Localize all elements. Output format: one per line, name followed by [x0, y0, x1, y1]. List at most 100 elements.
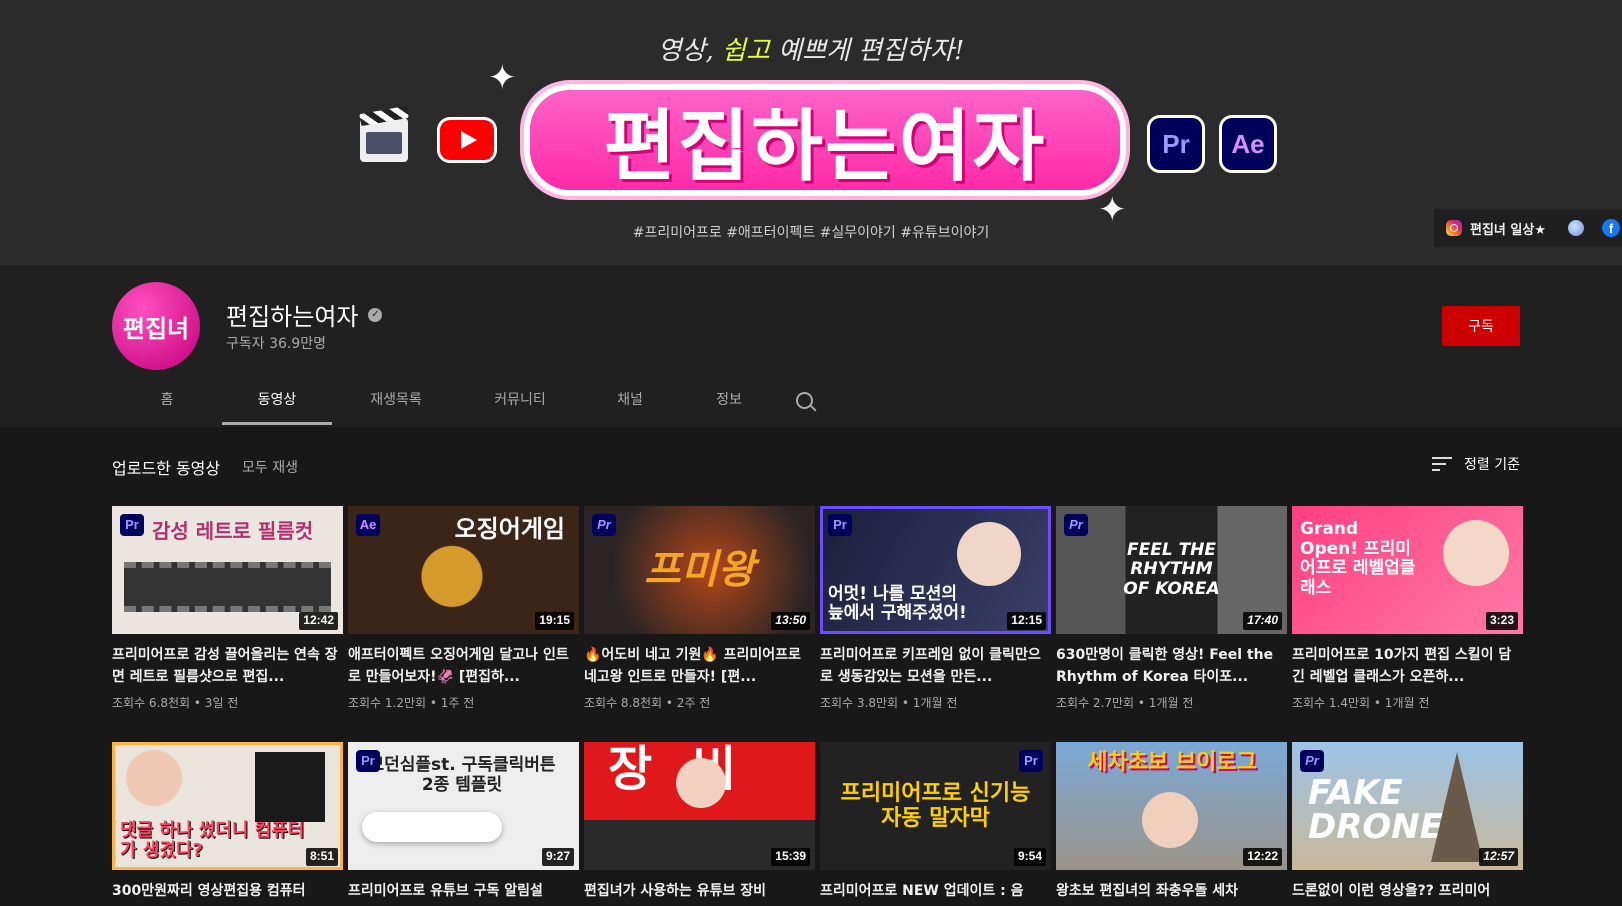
video-title[interactable]: 프리미어프로 NEW 업데이트 : 음 — [820, 880, 1051, 902]
video-title[interactable]: 드론없이 이런 영상을?? 프리미어 — [1292, 880, 1523, 902]
video-meta: 조회수 1.2만회 • 1주 전 — [348, 696, 475, 710]
play-all-button[interactable]: 모두 재생 — [242, 457, 298, 477]
video-duration: 8:51 — [305, 848, 338, 866]
tab-about[interactable]: 정보 — [680, 378, 778, 425]
sparkle-icon: ✦ — [488, 58, 517, 98]
video-card[interactable]: 감성 레트로 필름컷 Pr 12:42 프리미어프로 감성 끌어올리는 연속 장… — [112, 506, 343, 711]
instagram-link[interactable]: 편집녀 일상★ — [1470, 219, 1546, 238]
verified-badge-icon: ✓ — [368, 307, 383, 322]
premiere-badge-icon: Pr — [592, 514, 616, 536]
video-duration: 12:22 — [1243, 848, 1282, 866]
banner-title: 편집하는여자 — [530, 90, 1120, 192]
video-title[interactable]: 프리미어프로 10가지 편집 스킬이 담긴 레벨업 클래스가 오픈하... — [1292, 644, 1523, 688]
channel-links: 편집녀 일상★ f — [1434, 209, 1622, 247]
channel-name: 편집하는여자 ✓ — [226, 297, 383, 332]
video-duration: 12:15 — [1007, 612, 1046, 630]
video-duration: 12:42 — [299, 612, 338, 630]
clapperboard-icon — [360, 118, 408, 162]
video-title[interactable]: 애프터이펙트 오징어게임 달고나 인트로 만들어보자!🦑 [편집하... — [348, 644, 579, 688]
video-card[interactable]: 세차초보 브이로그 12:22 왕초보 편집녀의 좌충우돌 세차 — [1056, 742, 1287, 902]
premiere-badge-icon: Pr — [1019, 750, 1043, 772]
channel-name-text: 편집하는여자 — [226, 303, 359, 331]
video-thumbnail[interactable]: 감성 레트로 필름컷 Pr 12:42 — [112, 506, 343, 634]
facebook-icon[interactable]: f — [1601, 219, 1620, 237]
video-title[interactable]: 프리미어프로 감성 끌어올리는 연속 장면 레트로 필름샷으로 편집... — [112, 644, 343, 688]
presenter-face — [1142, 792, 1198, 848]
search-icon[interactable] — [795, 391, 819, 415]
video-title[interactable]: 편집녀가 사용하는 유튜브 장비 — [584, 880, 815, 902]
channel-banner: 영상, 쉽고 예쁘게 편집하자! ✦ ✦ 편집하는여자 Pr Ae #프리미어프… — [0, 0, 1622, 265]
video-meta: 조회수 6.8천회 • 3일 전 — [112, 696, 239, 710]
video-thumbnail[interactable]: 프미왕 Pr 13:50 — [584, 506, 815, 634]
video-card[interactable]: Grand Open! 프리미어프로 레벨업클래스 3:23 프리미어프로 10… — [1292, 506, 1523, 711]
video-title[interactable]: 프리미어프로 유튜브 구독 알림설 — [348, 880, 579, 902]
sort-button[interactable]: 정렬 기준 — [1432, 454, 1520, 474]
video-title[interactable]: 630만명이 클릭한 영상! Feel the Rhythm of Korea … — [1056, 644, 1287, 688]
video-thumbnail[interactable]: 프리미어프로 신기능 자동 말자막 Pr 9:54 — [820, 742, 1051, 870]
premiere-badge-icon: Pr — [1064, 514, 1088, 536]
eiffel-tower-image — [1431, 752, 1483, 862]
subscriber-count: 구독자 36.9만명 — [226, 336, 327, 352]
premiere-badge-icon: Pr — [120, 514, 144, 536]
avatar[interactable]: 편집녀 — [112, 282, 200, 370]
video-thumbnail[interactable]: 장비 15:39 — [584, 742, 815, 870]
video-thumbnail[interactable]: 세차초보 브이로그 12:22 — [1056, 742, 1287, 870]
video-card[interactable]: 프미왕 Pr 13:50 🔥어도비 네고 기원🔥 프리미어프로 네고왕 인트로 … — [584, 506, 815, 711]
subscribe-template-preview — [362, 812, 502, 842]
video-card[interactable]: FEEL THE RHYTHM OF KOREA Pr 17:40 630만명이… — [1056, 506, 1287, 711]
video-duration: 9:27 — [541, 848, 574, 866]
channel-tabs: 홈 동영상 재생목록 커뮤니티 채널 정보 — [112, 378, 778, 426]
website-icon[interactable] — [1567, 220, 1584, 236]
tab-videos[interactable]: 동영상 — [222, 378, 332, 425]
video-duration: 13:50 — [771, 612, 810, 630]
tab-community[interactable]: 커뮤니티 — [460, 378, 580, 425]
presenter-face — [126, 750, 182, 806]
video-duration: 15:39 — [771, 848, 810, 866]
video-card[interactable]: 어멋! 나를 모션의 늪에서 구해주셨어! Pr 12:15 프리미어프로 키프… — [820, 506, 1051, 711]
tab-channels[interactable]: 채널 — [580, 378, 680, 425]
video-card[interactable]: 댓글 하나 썼더니 컴퓨터가 생겼다? 8:51 300만원짜리 영상편집용 컴… — [112, 742, 343, 902]
after-effects-badge-icon: Ae — [356, 514, 380, 536]
video-card[interactable]: 모던심플st. 구독클릭버튼 2종 템플릿 Pr 9:27 프리미어프로 유튜브… — [348, 742, 579, 902]
video-card[interactable]: FAKE DRONE Pr 12:57 드론없이 이런 영상을?? 프리미어 — [1292, 742, 1523, 902]
banner-tagline: 영상, 쉽고 예쁘게 편집하자! — [657, 36, 965, 66]
video-card[interactable]: 장비 15:39 편집녀가 사용하는 유튜브 장비 — [584, 742, 815, 902]
video-thumbnail[interactable]: 오징어게임 Ae 19:15 — [348, 506, 579, 634]
video-thumbnail[interactable]: Grand Open! 프리미어프로 레벨업클래스 3:23 — [1292, 506, 1523, 634]
video-card[interactable]: 프리미어프로 신기능 자동 말자막 Pr 9:54 프리미어프로 NEW 업데이… — [820, 742, 1051, 902]
tab-home[interactable]: 홈 — [112, 378, 222, 425]
presenter-face — [1443, 520, 1509, 586]
computer-case-icon — [255, 752, 325, 822]
video-duration: 3:23 — [1485, 612, 1518, 630]
premiere-pro-icon: Pr — [1150, 118, 1202, 170]
video-duration: 12:57 — [1479, 848, 1518, 866]
youtube-logo-icon — [440, 120, 494, 160]
presenter-face — [957, 522, 1021, 586]
video-thumbnail[interactable]: 어멋! 나를 모션의 늪에서 구해주셨어! Pr 12:15 — [820, 506, 1051, 634]
video-title[interactable]: 왕초보 편집녀의 좌충우돌 세차 — [1056, 880, 1287, 902]
instagram-icon[interactable] — [1446, 220, 1462, 236]
video-meta: 조회수 3.8만회 • 1개월 전 — [820, 696, 958, 710]
video-title[interactable]: 프리미어프로 키프레임 없이 클릭만으로 생동감있는 모션을 만든... — [820, 644, 1051, 688]
premiere-badge-icon: Pr — [356, 750, 380, 772]
after-effects-icon: Ae — [1222, 118, 1274, 170]
sort-label: 정렬 기준 — [1464, 457, 1520, 473]
video-thumbnail[interactable]: FAKE DRONE Pr 12:57 — [1292, 742, 1523, 870]
video-title[interactable]: 300만원짜리 영상편집용 컴퓨터 — [112, 880, 343, 902]
premiere-badge-icon: Pr — [828, 514, 852, 536]
video-duration: 17:40 — [1243, 612, 1282, 630]
video-title[interactable]: 🔥어도비 네고 기원🔥 프리미어프로 네고왕 인트로 만들자! [편... — [584, 644, 815, 688]
video-duration: 9:54 — [1013, 848, 1046, 866]
video-thumbnail[interactable]: 댓글 하나 썼더니 컴퓨터가 생겼다? 8:51 — [112, 742, 343, 870]
tab-playlists[interactable]: 재생목록 — [332, 378, 460, 425]
video-thumbnail[interactable]: FEEL THE RHYTHM OF KOREA Pr 17:40 — [1056, 506, 1287, 634]
sort-icon — [1432, 457, 1452, 471]
banner-hashtags: #프리미어프로 #애프터이펙트 #실무이야기 #유튜브이야기 — [632, 225, 990, 241]
subscribe-button[interactable]: 구독 — [1442, 306, 1520, 346]
video-meta: 조회수 1.4만회 • 1개월 전 — [1292, 696, 1430, 710]
section-title[interactable]: 업로드한 동영상 — [112, 455, 220, 479]
video-card[interactable]: 오징어게임 Ae 19:15 애프터이펙트 오징어게임 달고나 인트로 만들어보… — [348, 506, 579, 711]
video-meta: 조회수 8.8천회 • 2주 전 — [584, 696, 711, 710]
video-thumbnail[interactable]: 모던심플st. 구독클릭버튼 2종 템플릿 Pr 9:27 — [348, 742, 579, 870]
video-duration: 19:15 — [535, 612, 574, 630]
